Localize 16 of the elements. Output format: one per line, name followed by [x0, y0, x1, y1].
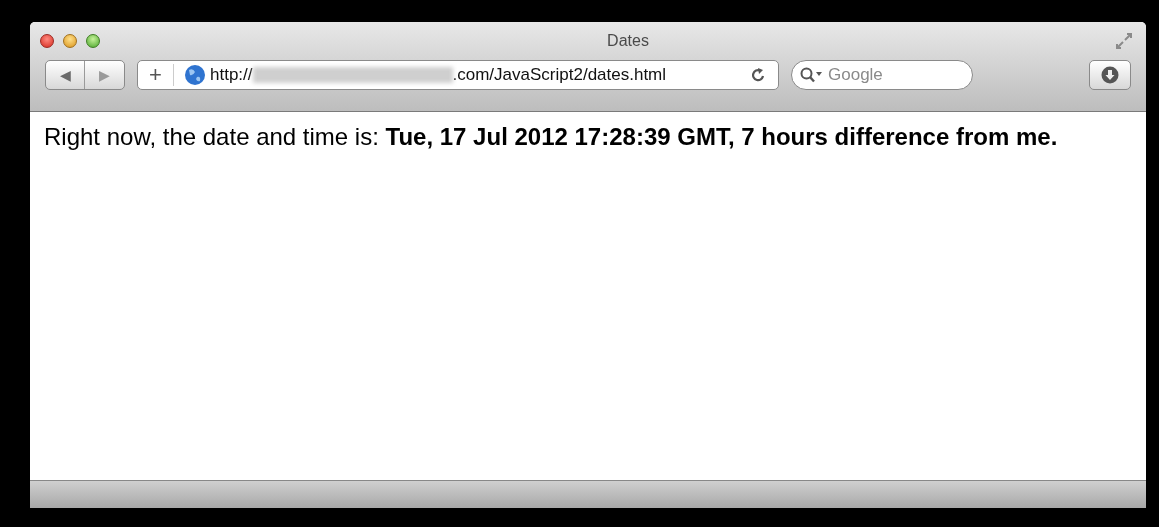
url-text: .com/JavaScript2/dates.html [452, 64, 667, 87]
globe-icon [184, 64, 206, 86]
add-bookmark-button[interactable]: + [138, 64, 174, 86]
download-icon [1101, 66, 1119, 84]
minimize-icon[interactable] [63, 34, 77, 48]
zoom-icon[interactable] [86, 34, 100, 48]
url-text: http:// [210, 64, 253, 87]
date-sentence: Right now, the date and time is: Tue, 17 Jul 2012 17:28:39 GMT, 7 hours difference from me. [44, 122, 1059, 152]
reload-icon[interactable] [750, 67, 766, 83]
address-bar[interactable]: + http:// .com/JavaScript2/dates.html [137, 60, 779, 90]
back-button[interactable]: ◀ [46, 61, 85, 89]
search-field[interactable]: Google [791, 60, 973, 90]
close-icon[interactable] [40, 34, 54, 48]
window-title: Dates [607, 31, 649, 51]
fullscreen-icon[interactable] [1116, 33, 1132, 49]
downloads-button[interactable] [1089, 60, 1131, 90]
